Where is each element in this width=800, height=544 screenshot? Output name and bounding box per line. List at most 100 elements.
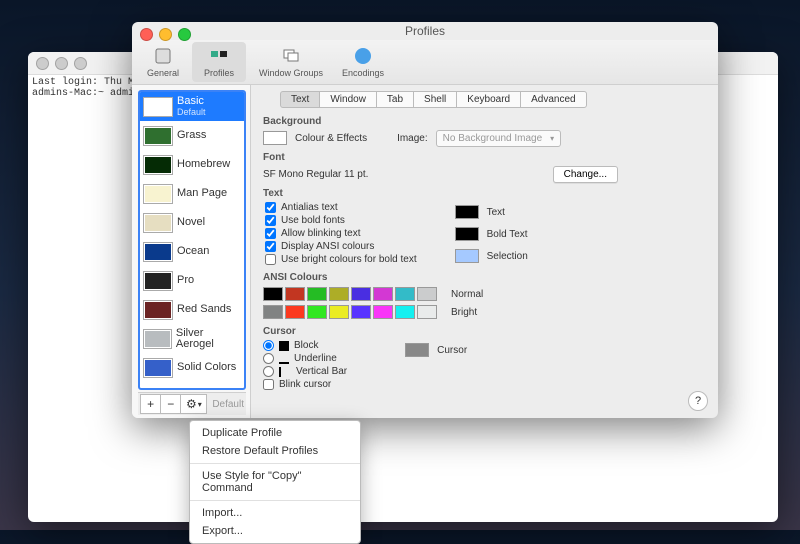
ansi-color-well[interactable] <box>373 287 393 301</box>
background-color-well[interactable] <box>263 131 287 145</box>
profile-list[interactable]: BasicDefault Grass Homebrew Man Page Nov… <box>138 90 246 390</box>
profile-name: Basic <box>177 96 206 107</box>
profile-actions-button[interactable]: ⚙▾ <box>180 394 207 414</box>
profile-name: Homebrew <box>177 159 230 170</box>
profile-row[interactable]: Pro <box>140 266 244 295</box>
toolbar-general[interactable]: General <box>136 42 190 82</box>
boldtext-color-well[interactable] <box>455 227 479 241</box>
gear-icon: ⚙ <box>186 397 197 411</box>
general-icon <box>153 46 173 66</box>
profile-content: Text Window Tab Shell Keyboard Advanced … <box>251 85 718 418</box>
bright-bold-checkbox[interactable]: Use bright colours for bold text <box>265 254 417 265</box>
profile-thumb-icon <box>143 329 172 349</box>
text-color-well[interactable] <box>455 205 479 219</box>
window-title: Profiles <box>405 24 445 38</box>
menu-export[interactable]: Export... <box>190 522 360 540</box>
profile-name: Ocean <box>177 246 209 257</box>
profile-name: Novel <box>177 217 205 228</box>
close-icon[interactable] <box>36 57 49 70</box>
ansi-color-well[interactable] <box>395 287 415 301</box>
boldfonts-checkbox[interactable]: Use bold fonts <box>265 215 417 226</box>
profile-name: Silver Aerogel <box>176 328 241 350</box>
chevron-updown-icon: ▾ <box>550 134 554 143</box>
profile-row[interactable]: BasicDefault <box>140 92 244 121</box>
profile-row[interactable]: Solid Colors <box>140 353 244 382</box>
ansi-color-well[interactable] <box>307 287 327 301</box>
tab-advanced[interactable]: Advanced <box>520 91 586 108</box>
profile-row[interactable]: Silver Aerogel <box>140 324 244 353</box>
antialias-checkbox[interactable]: Antialias text <box>265 202 417 213</box>
ansi-heading: ANSI Colours <box>263 272 708 283</box>
ansi-color-well[interactable] <box>329 305 349 319</box>
background-color-label: Colour & Effects <box>295 133 367 144</box>
cursor-heading: Cursor <box>263 326 708 337</box>
profile-row[interactable]: Red Sands <box>140 295 244 324</box>
cursor-vbar-radio[interactable]: Vertical Bar <box>263 366 347 377</box>
sidebar-footer: + − ⚙▾ Default <box>138 392 246 415</box>
cursor-underline-radio[interactable]: Underline <box>263 353 347 364</box>
menu-separator <box>190 500 360 501</box>
profile-sidebar: BasicDefault Grass Homebrew Man Page Nov… <box>132 85 251 418</box>
cursor-block-radio[interactable]: Block <box>263 340 347 351</box>
profile-row[interactable]: Man Page <box>140 179 244 208</box>
help-button[interactable]: ? <box>688 391 708 411</box>
tab-keyboard[interactable]: Keyboard <box>456 91 521 108</box>
minimize-icon[interactable] <box>159 28 172 41</box>
menu-restore[interactable]: Restore Default Profiles <box>190 442 360 460</box>
background-heading: Background <box>263 116 708 127</box>
change-font-button[interactable]: Change... <box>553 166 618 183</box>
profile-thumb-icon <box>143 300 173 320</box>
menu-use-style[interactable]: Use Style for "Copy" Command <box>190 467 360 497</box>
zoom-icon[interactable] <box>74 57 87 70</box>
ansi-color-well[interactable] <box>307 305 327 319</box>
ansi-color-well[interactable] <box>285 305 305 319</box>
tab-shell[interactable]: Shell <box>413 91 457 108</box>
ansi-color-well[interactable] <box>373 305 393 319</box>
ansi-color-well[interactable] <box>263 305 283 319</box>
ansi-color-well[interactable] <box>263 287 283 301</box>
windowgroups-icon <box>281 46 301 66</box>
selection-color-well[interactable] <box>455 249 479 263</box>
remove-profile-button[interactable]: − <box>160 394 181 414</box>
ansi-color-well[interactable] <box>417 305 437 319</box>
ansi-color-well[interactable] <box>329 287 349 301</box>
minimize-icon[interactable] <box>55 57 68 70</box>
profile-sub: Default <box>177 107 206 118</box>
ansi-color-well[interactable] <box>417 287 437 301</box>
profile-row[interactable]: Homebrew <box>140 150 244 179</box>
ansi-color-well[interactable] <box>395 305 415 319</box>
profile-row[interactable]: Novel <box>140 208 244 237</box>
tab-text[interactable]: Text <box>280 91 320 108</box>
add-profile-button[interactable]: + <box>140 394 161 414</box>
blink-cursor-checkbox[interactable]: Blink cursor <box>263 379 347 390</box>
profile-row[interactable]: Grass <box>140 121 244 150</box>
profile-row[interactable]: Ocean <box>140 237 244 266</box>
preferences-titlebar: Profiles <box>132 22 718 40</box>
profile-thumb-icon <box>143 155 173 175</box>
cursor-color-well[interactable] <box>405 343 429 357</box>
zoom-icon[interactable] <box>178 28 191 41</box>
menu-duplicate[interactable]: Duplicate Profile <box>190 424 360 442</box>
toolbar-encodings[interactable]: Encodings <box>336 42 390 82</box>
encodings-icon <box>353 46 373 66</box>
profile-thumb-icon <box>143 213 173 233</box>
toolbar-profiles[interactable]: Profiles <box>192 42 246 82</box>
ansi-color-well[interactable] <box>285 287 305 301</box>
blinking-checkbox[interactable]: Allow blinking text <box>265 228 417 239</box>
profile-thumb-icon <box>143 126 173 146</box>
ansi-color-well[interactable] <box>351 305 371 319</box>
ansi-normal-row <box>263 287 437 301</box>
ansi-checkbox[interactable]: Display ANSI colours <box>265 241 417 252</box>
menu-import[interactable]: Import... <box>190 504 360 522</box>
background-image-popup[interactable]: No Background Image▾ <box>436 130 562 147</box>
close-icon[interactable] <box>140 28 153 41</box>
tab-tab[interactable]: Tab <box>376 91 414 108</box>
default-button[interactable]: Default <box>212 399 244 410</box>
content-tabs: Text Window Tab Shell Keyboard Advanced <box>281 91 708 108</box>
ansi-color-well[interactable] <box>351 287 371 301</box>
tab-window[interactable]: Window <box>319 91 377 108</box>
preferences-toolbar: General Profiles Window Groups Encodings <box>132 40 718 85</box>
profile-thumb-icon <box>143 271 173 291</box>
toolbar-windowgroups[interactable]: Window Groups <box>248 42 334 82</box>
preferences-window: Profiles General Profiles Window Groups … <box>132 22 718 418</box>
